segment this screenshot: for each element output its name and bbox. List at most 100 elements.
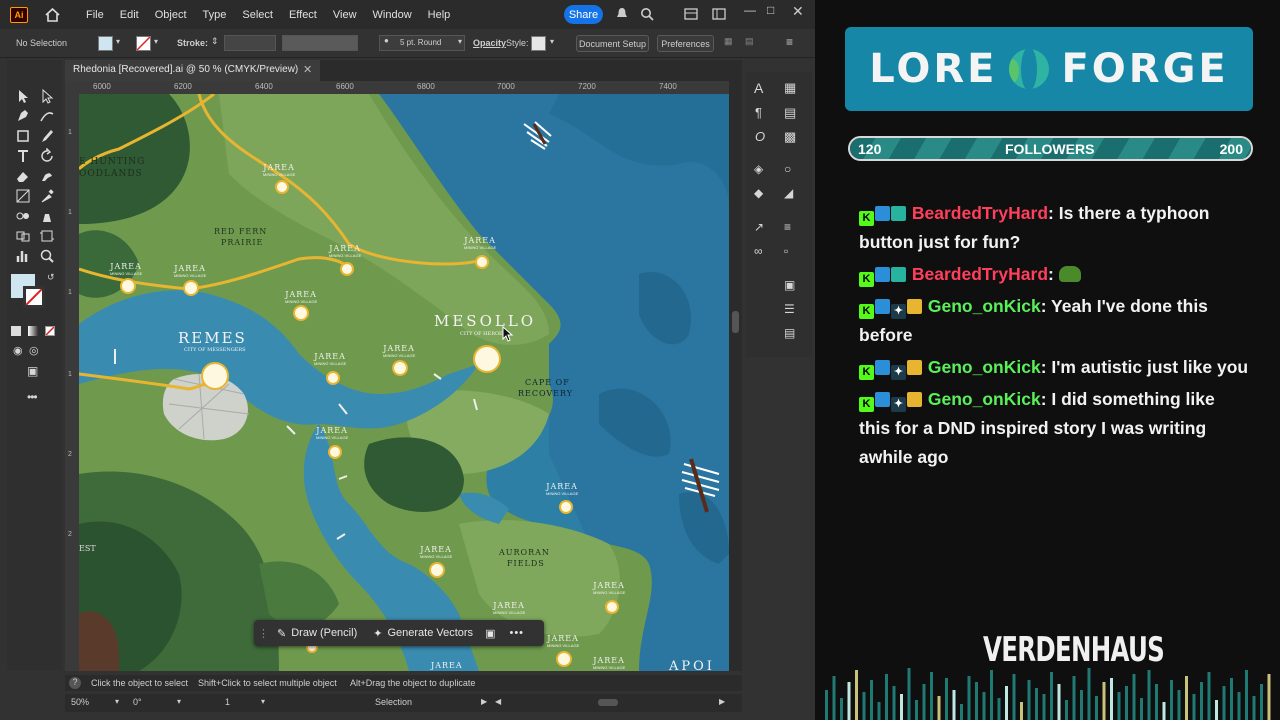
none-mode-icon[interactable]	[45, 326, 55, 336]
menu-help[interactable]: Help	[420, 9, 459, 21]
more-tools-icon[interactable]: •••	[27, 390, 38, 404]
chevron-down-icon[interactable]: ▾	[261, 697, 265, 706]
graph-tool-icon[interactable]	[15, 248, 31, 264]
direct-selection-tool-icon[interactable]	[39, 88, 55, 104]
chevron-down-icon[interactable]: ▾	[154, 37, 158, 46]
draw-behind-icon[interactable]: ◎	[29, 344, 39, 357]
horizontal-ruler[interactable]: 6000 6200 6400 6600 6800 7000 7200 7400	[79, 81, 729, 94]
style-swatch[interactable]	[531, 36, 546, 51]
character-panel-icon[interactable]: A	[754, 80, 763, 96]
artboard-canvas[interactable]: E HUNTING OODLANDS RED FERN PRAIRIE REME…	[79, 94, 729, 671]
document-setup-button[interactable]: Document Setup	[576, 35, 649, 52]
stroke-color-swatch[interactable]	[23, 286, 45, 308]
maximize-icon[interactable]: □	[767, 3, 774, 17]
export-icon[interactable]: ↗	[754, 220, 764, 234]
arrange-documents-icon[interactable]	[684, 7, 698, 21]
minimize-icon[interactable]: —	[744, 3, 756, 17]
scroll-thumb[interactable]	[732, 311, 739, 333]
gradient-mode-icon[interactable]	[28, 326, 38, 336]
layers-icon[interactable]: ☰	[784, 302, 795, 316]
menu-type[interactable]: Type	[195, 9, 235, 21]
zoom-level[interactable]: 50%	[71, 697, 89, 707]
preferences-button[interactable]: Preferences	[657, 35, 714, 52]
scroll-left-icon[interactable]: ◀	[495, 697, 501, 706]
more-options-icon[interactable]: •••	[509, 627, 524, 639]
close-tab-icon[interactable]: ✕	[303, 63, 312, 76]
curvature-tool-icon[interactable]	[39, 108, 55, 124]
rectangle-tool-icon[interactable]	[15, 128, 31, 144]
menu-file[interactable]: File	[78, 9, 112, 21]
play-icon[interactable]: ▶	[481, 697, 487, 706]
stroke-weight-field[interactable]	[224, 35, 276, 51]
zoom-tool-icon[interactable]	[39, 248, 55, 264]
artboards-icon[interactable]: ▤	[784, 326, 795, 340]
gradient-tool-icon[interactable]	[15, 188, 31, 204]
vertical-ruler[interactable]: 1 1 1 1 2 2	[65, 81, 79, 671]
panel-menu-icon[interactable]: ≡	[786, 35, 793, 49]
type-tool-icon[interactable]	[15, 148, 31, 164]
glyphs-icon[interactable]: ◈	[754, 162, 763, 176]
close-icon[interactable]: ✕	[792, 3, 804, 20]
stroke-swatch[interactable]	[136, 36, 151, 51]
menu-edit[interactable]: Edit	[112, 9, 147, 21]
variable-width-profile[interactable]	[282, 35, 358, 51]
rotate-tool-icon[interactable]	[39, 148, 55, 164]
selection-tool-icon[interactable]	[15, 88, 31, 104]
color-mode-icon[interactable]	[11, 326, 21, 336]
menu-object[interactable]: Object	[147, 9, 195, 21]
menu-select[interactable]: Select	[234, 9, 281, 21]
draw-mode-icon[interactable]: ◉	[13, 344, 23, 357]
transform-icon[interactable]: ▤	[745, 36, 754, 47]
eraser-tool-icon[interactable]	[15, 168, 31, 184]
chevron-down-icon[interactable]: ▾	[115, 697, 119, 706]
blend-tool-icon[interactable]	[15, 208, 31, 224]
document-tab[interactable]: Rhedonia [Recovered].ai @ 50 % (CMYK/Pre…	[65, 60, 320, 81]
horizontal-scroll-thumb[interactable]	[598, 699, 618, 706]
draw-pencil-button[interactable]: ✎ Draw (Pencil)	[269, 623, 365, 643]
workspace-icon[interactable]	[712, 7, 726, 21]
fill-swatch[interactable]	[98, 36, 113, 51]
paragraph-panel-icon[interactable]: ¶	[755, 105, 762, 120]
eyedropper-tool-icon[interactable]	[39, 188, 55, 204]
libraries-icon[interactable]: ▤	[784, 105, 796, 121]
symbols-icon[interactable]: ◆	[754, 186, 763, 200]
image-icon[interactable]: ▣	[485, 627, 495, 640]
chevron-down-icon[interactable]: ▾	[177, 697, 181, 706]
rotation-value[interactable]: 0°	[133, 697, 142, 707]
vertical-scrollbar[interactable]	[729, 81, 742, 671]
properties-icon[interactable]: ▦	[784, 80, 796, 96]
gradient-panel-icon[interactable]: ▫	[784, 244, 788, 258]
chevron-down-icon[interactable]: ▾	[116, 37, 120, 46]
paintbrush-tool-icon[interactable]	[39, 128, 55, 144]
brush-definition[interactable]: ● 5 pt. Round ▾	[379, 35, 465, 51]
home-icon[interactable]	[44, 7, 60, 23]
opentype-icon[interactable]: O	[755, 129, 765, 144]
brushes-icon[interactable]: ○	[784, 162, 791, 176]
share-button[interactable]: Share	[564, 5, 603, 24]
bell-icon[interactable]	[615, 7, 629, 21]
warp-tool-icon[interactable]	[39, 168, 55, 184]
menu-view[interactable]: View	[325, 9, 365, 21]
search-icon[interactable]	[640, 7, 654, 21]
stroke-panel-icon[interactable]: ≡	[784, 220, 791, 234]
screen-mode-icon[interactable]: ▣	[27, 364, 38, 378]
chevron-down-icon[interactable]: ▾	[550, 37, 554, 46]
menu-window[interactable]: Window	[365, 9, 420, 21]
appearance-icon[interactable]: ▣	[784, 278, 795, 292]
help-icon[interactable]: ?	[69, 677, 81, 689]
swatches-icon[interactable]: ▩	[784, 129, 796, 145]
menu-effect[interactable]: Effect	[281, 9, 325, 21]
drag-handle-icon[interactable]: ⋮	[258, 627, 269, 640]
shape-builder-tool-icon[interactable]	[15, 228, 31, 244]
artboard-number[interactable]: 1	[225, 697, 230, 707]
stepper-icon[interactable]: ⇕	[211, 36, 219, 47]
symbol-sprayer-tool-icon[interactable]	[39, 208, 55, 224]
artboard-tool-icon[interactable]	[39, 228, 55, 244]
scroll-right-icon[interactable]: ▶	[719, 697, 725, 706]
swap-colors-icon[interactable]: ↺	[47, 272, 55, 283]
links-icon[interactable]: ∞	[754, 244, 763, 258]
align-icon[interactable]: ▦	[724, 36, 733, 47]
pen-tool-icon[interactable]	[15, 108, 31, 124]
opacity-label[interactable]: Opacity	[473, 38, 506, 48]
generate-vectors-button[interactable]: ✦ Generate Vectors	[365, 623, 481, 643]
